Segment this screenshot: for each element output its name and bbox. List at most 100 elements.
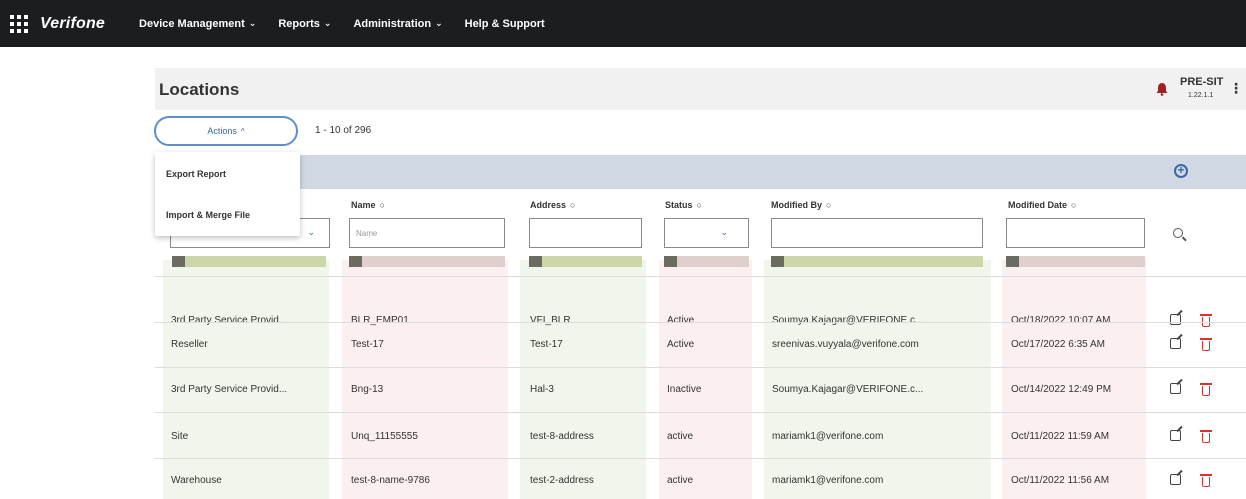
sort-icon[interactable]: ○ [826,200,831,210]
app-launcher-icon[interactable] [10,14,30,34]
cell-type: Reseller [171,339,208,350]
row-divider [155,458,1246,459]
add-circle-icon[interactable]: + [1174,164,1188,178]
version-label: 1.22.1.1 [1188,92,1214,99]
cell-address: Test-17 [530,339,563,350]
menu-item-export-report[interactable]: Export Report [166,169,226,179]
cell-address: test-8-address [530,431,594,442]
cell-modified-date: Oct/18/2022 10:07 AM [1011,315,1111,326]
row-divider [155,412,1246,413]
column-label: Modified Date [1008,200,1068,210]
more-options-icon[interactable]: ⋮ [1229,80,1243,97]
modified-date-filter-input[interactable] [1006,218,1145,248]
edit-icon[interactable] [1170,338,1181,349]
cell-type: Warehouse [171,475,222,486]
cell-modified-by: Soumya.Kajagar@VERIFONE.c... [772,384,924,395]
sort-icon[interactable]: ○ [380,200,385,210]
column-bg [342,260,508,499]
filter-indicator [529,256,642,267]
nav-label: Help & Support [464,17,545,30]
actions-label: Actions [207,126,237,136]
filter-indicator [349,256,505,267]
column-label: Status [665,200,693,210]
chevron-down-icon: ⌄ [307,227,315,237]
cell-name: Unq_11155555 [351,431,418,442]
edit-icon[interactable] [1170,314,1181,325]
column-label: Address [530,200,567,210]
cell-status: Active [667,315,695,326]
cell-address: VFI_BLR [530,315,571,326]
cell-status: Active [667,339,695,350]
cell-name: Test-17 [351,339,384,350]
table-toolbar [155,155,1246,189]
actions-button[interactable]: Actions ^ [154,116,298,146]
cell-modified-date: Oct/17/2022 6:35 AM [1011,339,1105,350]
filter-placeholder: Name [356,229,378,238]
delete-icon[interactable] [1200,383,1212,396]
column-header-status[interactable]: Status ○ [665,200,702,210]
bell-icon[interactable] [1155,82,1169,96]
cell-modified-date: Oct/11/2022 11:56 AM [1011,475,1110,486]
column-header-name[interactable]: Name ○ [351,200,385,210]
cell-modified-by: mariamk1@verifone.com [772,431,884,442]
page-header: Locations PRE-SIT 1.22.1.1 ⋮ [155,68,1246,110]
edit-icon[interactable] [1170,430,1181,441]
delete-icon[interactable] [1200,430,1212,443]
nav-label: Administration [353,17,432,30]
cell-type: 3rd Party Service Provid... [171,315,288,326]
row-divider [155,322,1246,323]
cell-modified-date: Oct/14/2022 12:49 PM [1011,384,1112,395]
menu-item-import-merge[interactable]: Import & Merge File [166,210,250,220]
column-header-address[interactable]: Address ○ [530,200,575,210]
delete-icon[interactable] [1200,338,1212,351]
cell-status: Inactive [667,384,702,395]
cell-modified-by: Soumya.Kajagar@VERIFONE.c... [772,315,924,326]
page-title: Locations [159,80,240,99]
edit-icon[interactable] [1170,474,1181,485]
column-label: Modified By [771,200,822,210]
actions-menu: Export Report Import & Merge File [155,152,300,236]
chevron-down-icon: ⌄ [323,18,332,28]
brand-logo[interactable]: Verifone [40,15,105,33]
column-bg [764,260,991,499]
nav-help-support[interactable]: Help & Support [465,18,545,30]
nav-reports[interactable]: Reports ⌄ [278,18,331,30]
column-bg [1002,260,1146,499]
pagination-count: 1 - 10 of 296 [315,125,372,136]
column-bg [163,260,329,499]
edit-icon[interactable] [1170,383,1181,394]
top-navbar: Verifone Device Management ⌄ Reports ⌄ Adm… [0,0,1246,47]
cell-modified-by: mariamk1@verifone.com [772,475,884,486]
column-bg [659,260,752,499]
environment-label: PRE-SIT [1180,76,1224,88]
modified-by-filter-input[interactable] [771,218,983,248]
column-header-modified-date[interactable]: Modified Date ○ [1008,200,1076,210]
status-filter-select[interactable]: ⌄ [664,218,749,248]
column-label: Name [351,200,376,210]
chevron-up-icon: ^ [240,126,245,136]
sort-icon[interactable]: ○ [570,200,575,210]
filter-indicator [664,256,749,267]
cell-address: test-2-address [530,475,594,486]
nav-label: Reports [278,17,320,30]
cell-type: 3rd Party Service Provid... [171,384,288,395]
cell-name: Bng-13 [351,384,384,395]
search-icon[interactable] [1173,228,1183,238]
row-divider [155,276,1246,277]
nav-administration[interactable]: Administration ⌄ [353,18,442,30]
delete-icon[interactable] [1200,474,1212,487]
chevron-down-icon: ⌄ [435,18,443,28]
cell-status: active [667,431,694,442]
sort-icon[interactable]: ○ [1071,200,1076,210]
filter-indicator [771,256,983,267]
column-bg [520,260,646,499]
address-filter-input[interactable] [529,218,642,248]
row-divider [155,367,1246,368]
column-header-modified-by[interactable]: Modified By ○ [771,200,831,210]
name-filter-input[interactable]: Name [349,218,505,248]
sort-icon[interactable]: ○ [697,200,702,210]
cell-modified-by: sreenivas.vuyyala@verifone.com [772,339,919,350]
cell-name: test-8-name-9786 [351,475,430,486]
nav-device-management[interactable]: Device Management ⌄ [139,18,256,30]
cell-modified-date: Oct/11/2022 11:59 AM [1011,431,1110,442]
